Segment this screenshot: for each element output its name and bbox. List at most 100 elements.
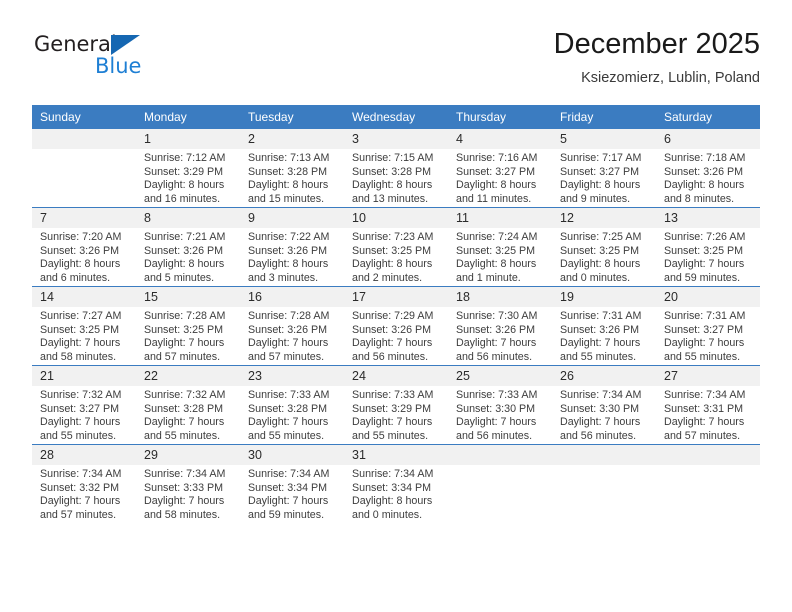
sunrise-time: Sunrise: 7:31 AM: [560, 310, 642, 322]
daylight-line-1: Daylight: 7 hours: [144, 416, 225, 429]
daylight-line-2: and 0 minutes.: [352, 508, 423, 521]
daylight-line-2: and 57 minutes.: [248, 350, 325, 363]
calendar-day-cell[interactable]: 23 Sunrise: 7:33 AM Sunset: 3:28 PM Dayligh…: [240, 365, 344, 445]
calendar-day-cell[interactable]: 29 Sunrise: 7:34 AM Sunset: 3:33 PM Dayligh…: [136, 444, 240, 523]
calendar-day-cell[interactable]: 1 Sunrise: 7:12 AM Sunset: 3:29 PM Daylight…: [136, 129, 240, 208]
calendar-day-cell[interactable]: 20 Sunrise: 7:31 AM Sunset: 3:27 PM Dayligh…: [656, 286, 760, 366]
logo-text-blue: Blue: [95, 54, 142, 78]
calendar-day-cell[interactable]: 31 Sunrise: 7:34 AM Sunset: 3:34 PM Dayligh…: [344, 444, 448, 523]
sunrise-time: Sunrise: 7:30 AM: [456, 310, 538, 322]
sunrise-time: Sunrise: 7:25 AM: [560, 231, 642, 243]
daylight-line-2: and 56 minutes.: [456, 350, 533, 363]
calendar-day-cell[interactable]: 2 Sunrise: 7:13 AM Sunset: 3:28 PM Daylight…: [240, 129, 344, 208]
day-details: Sunrise: 7:23 AM Sunset: 3:25 PM Daylight:…: [344, 228, 448, 285]
day-details: Sunrise: 7:24 AM Sunset: 3:25 PM Daylight:…: [448, 228, 552, 285]
daylight-line-2: and 55 minutes.: [40, 429, 117, 442]
calendar-day-cell[interactable]: 7 Sunrise: 7:20 AM Sunset: 3:26 PM Daylight…: [32, 207, 136, 287]
calendar-day-cell[interactable]: 13 Sunrise: 7:26 AM Sunset: 3:25 PM Dayligh…: [656, 207, 760, 287]
day-number: 15: [136, 287, 240, 307]
calendar-week-row: 21 Sunrise: 7:32 AM Sunset: 3:27 PM Dayligh…: [32, 365, 760, 445]
day-number: 18: [448, 287, 552, 307]
calendar-day-cell[interactable]: 10 Sunrise: 7:23 AM Sunset: 3:25 PM Dayligh…: [344, 207, 448, 287]
daylight-line-2: and 57 minutes.: [664, 429, 741, 442]
day-details: Sunrise: 7:15 AM Sunset: 3:28 PM Daylight:…: [344, 149, 448, 206]
sunset-time: Sunset: 3:30 PM: [560, 402, 640, 415]
sunrise-time: Sunrise: 7:20 AM: [40, 231, 122, 243]
daylight-line-2: and 3 minutes.: [248, 271, 319, 284]
calendar-grid: Sunday Monday Tuesday Wednesday Thursday…: [32, 105, 760, 523]
calendar-day-cell[interactable]: 28 Sunrise: 7:34 AM Sunset: 3:32 PM Dayligh…: [32, 444, 136, 523]
calendar-day-cell[interactable]: 12 Sunrise: 7:25 AM Sunset: 3:25 PM Dayligh…: [552, 207, 656, 287]
daylight-line-2: and 58 minutes.: [40, 350, 117, 363]
calendar-day-cell[interactable]: 9 Sunrise: 7:22 AM Sunset: 3:26 PM Daylight…: [240, 207, 344, 287]
day-number: 17: [344, 287, 448, 307]
day-details: Sunrise: 7:34 AM Sunset: 3:34 PM Daylight:…: [240, 465, 344, 522]
calendar-day-cell[interactable]: 14 Sunrise: 7:27 AM Sunset: 3:25 PM Dayligh…: [32, 286, 136, 366]
sunrise-time: Sunrise: 7:22 AM: [248, 231, 330, 243]
calendar-day-cell[interactable]: 22 Sunrise: 7:32 AM Sunset: 3:28 PM Dayligh…: [136, 365, 240, 445]
daylight-line-2: and 2 minutes.: [352, 271, 423, 284]
day-details: Sunrise: 7:30 AM Sunset: 3:26 PM Daylight:…: [448, 307, 552, 364]
day-details: Sunrise: 7:28 AM Sunset: 3:25 PM Daylight:…: [136, 307, 240, 364]
day-number: 3: [344, 129, 448, 149]
daylight-line-1: Daylight: 7 hours: [664, 337, 745, 350]
daylight-line-1: Daylight: 8 hours: [248, 258, 329, 271]
sunset-time: Sunset: 3:26 PM: [40, 244, 120, 257]
daylight-line-2: and 15 minutes.: [248, 192, 325, 205]
sunset-time: Sunset: 3:25 PM: [352, 244, 432, 257]
daylight-line-2: and 55 minutes.: [248, 429, 325, 442]
calendar-day-cell[interactable]: 11 Sunrise: 7:24 AM Sunset: 3:25 PM Dayligh…: [448, 207, 552, 287]
calendar-day-cell[interactable]: 3 Sunrise: 7:15 AM Sunset: 3:28 PM Daylight…: [344, 129, 448, 208]
day-details: [656, 465, 760, 468]
day-number: 4: [448, 129, 552, 149]
sunset-time: Sunset: 3:25 PM: [560, 244, 640, 257]
day-details: Sunrise: 7:28 AM Sunset: 3:26 PM Daylight:…: [240, 307, 344, 364]
sunrise-time: Sunrise: 7:34 AM: [40, 468, 122, 480]
day-details: Sunrise: 7:20 AM Sunset: 3:26 PM Daylight:…: [32, 228, 136, 285]
calendar-day-cell[interactable]: 19 Sunrise: 7:31 AM Sunset: 3:26 PM Dayligh…: [552, 286, 656, 366]
sunrise-time: Sunrise: 7:32 AM: [40, 389, 122, 401]
day-number: 20: [656, 287, 760, 307]
day-details: Sunrise: 7:21 AM Sunset: 3:26 PM Daylight:…: [136, 228, 240, 285]
calendar-day-cell[interactable]: 18 Sunrise: 7:30 AM Sunset: 3:26 PM Dayligh…: [448, 286, 552, 366]
day-details: Sunrise: 7:33 AM Sunset: 3:30 PM Daylight:…: [448, 386, 552, 443]
daylight-line-1: Daylight: 7 hours: [40, 337, 121, 350]
sunset-time: Sunset: 3:28 PM: [352, 165, 432, 178]
calendar-day-cell[interactable]: 5 Sunrise: 7:17 AM Sunset: 3:27 PM Daylight…: [552, 129, 656, 208]
day-details: [552, 465, 656, 468]
calendar-day-cell[interactable]: 4 Sunrise: 7:16 AM Sunset: 3:27 PM Daylight…: [448, 129, 552, 208]
calendar-day-cell[interactable]: 15 Sunrise: 7:28 AM Sunset: 3:25 PM Dayligh…: [136, 286, 240, 366]
daylight-line-2: and 57 minutes.: [144, 350, 221, 363]
day-details: [32, 149, 136, 152]
calendar-day-cell[interactable]: 6 Sunrise: 7:18 AM Sunset: 3:26 PM Daylight…: [656, 129, 760, 208]
daylight-line-1: Daylight: 7 hours: [144, 337, 225, 350]
calendar-day-cell[interactable]: 16 Sunrise: 7:28 AM Sunset: 3:26 PM Dayligh…: [240, 286, 344, 366]
daylight-line-2: and 58 minutes.: [144, 508, 221, 521]
daylight-line-2: and 11 minutes.: [456, 192, 532, 205]
daylight-line-2: and 0 minutes.: [560, 271, 631, 284]
weekday-header-wednesday: Wednesday: [344, 105, 448, 129]
calendar-day-cell[interactable]: 30 Sunrise: 7:34 AM Sunset: 3:34 PM Dayligh…: [240, 444, 344, 523]
sunrise-time: Sunrise: 7:28 AM: [144, 310, 226, 322]
daylight-line-2: and 57 minutes.: [40, 508, 117, 521]
general-blue-logo[interactable]: General Blue: [32, 32, 232, 88]
day-number: 26: [552, 366, 656, 386]
sunrise-time: Sunrise: 7:24 AM: [456, 231, 538, 243]
daylight-line-1: Daylight: 8 hours: [456, 179, 537, 192]
daylight-line-1: Daylight: 8 hours: [40, 258, 121, 271]
calendar-day-cell[interactable]: 17 Sunrise: 7:29 AM Sunset: 3:26 PM Dayligh…: [344, 286, 448, 366]
location-subtitle: Ksiezomierz, Lublin, Poland: [581, 70, 760, 86]
calendar-day-cell[interactable]: 27 Sunrise: 7:34 AM Sunset: 3:31 PM Dayligh…: [656, 365, 760, 445]
day-number: 29: [136, 445, 240, 465]
sunset-time: Sunset: 3:25 PM: [456, 244, 536, 257]
calendar-day-cell[interactable]: 21 Sunrise: 7:32 AM Sunset: 3:27 PM Dayligh…: [32, 365, 136, 445]
calendar-day-cell[interactable]: 26 Sunrise: 7:34 AM Sunset: 3:30 PM Dayligh…: [552, 365, 656, 445]
day-details: Sunrise: 7:34 AM Sunset: 3:31 PM Daylight:…: [656, 386, 760, 443]
calendar-day-cell[interactable]: 25 Sunrise: 7:33 AM Sunset: 3:30 PM Dayligh…: [448, 365, 552, 445]
sunrise-time: Sunrise: 7:23 AM: [352, 231, 434, 243]
day-details: Sunrise: 7:34 AM Sunset: 3:32 PM Daylight:…: [32, 465, 136, 522]
page-header: General Blue December 2025 Ksiezomierz, …: [32, 26, 760, 98]
sunset-time: Sunset: 3:28 PM: [248, 402, 328, 415]
calendar-day-cell[interactable]: 8 Sunrise: 7:21 AM Sunset: 3:26 PM Daylight…: [136, 207, 240, 287]
calendar-day-cell[interactable]: 24 Sunrise: 7:33 AM Sunset: 3:29 PM Dayligh…: [344, 365, 448, 445]
